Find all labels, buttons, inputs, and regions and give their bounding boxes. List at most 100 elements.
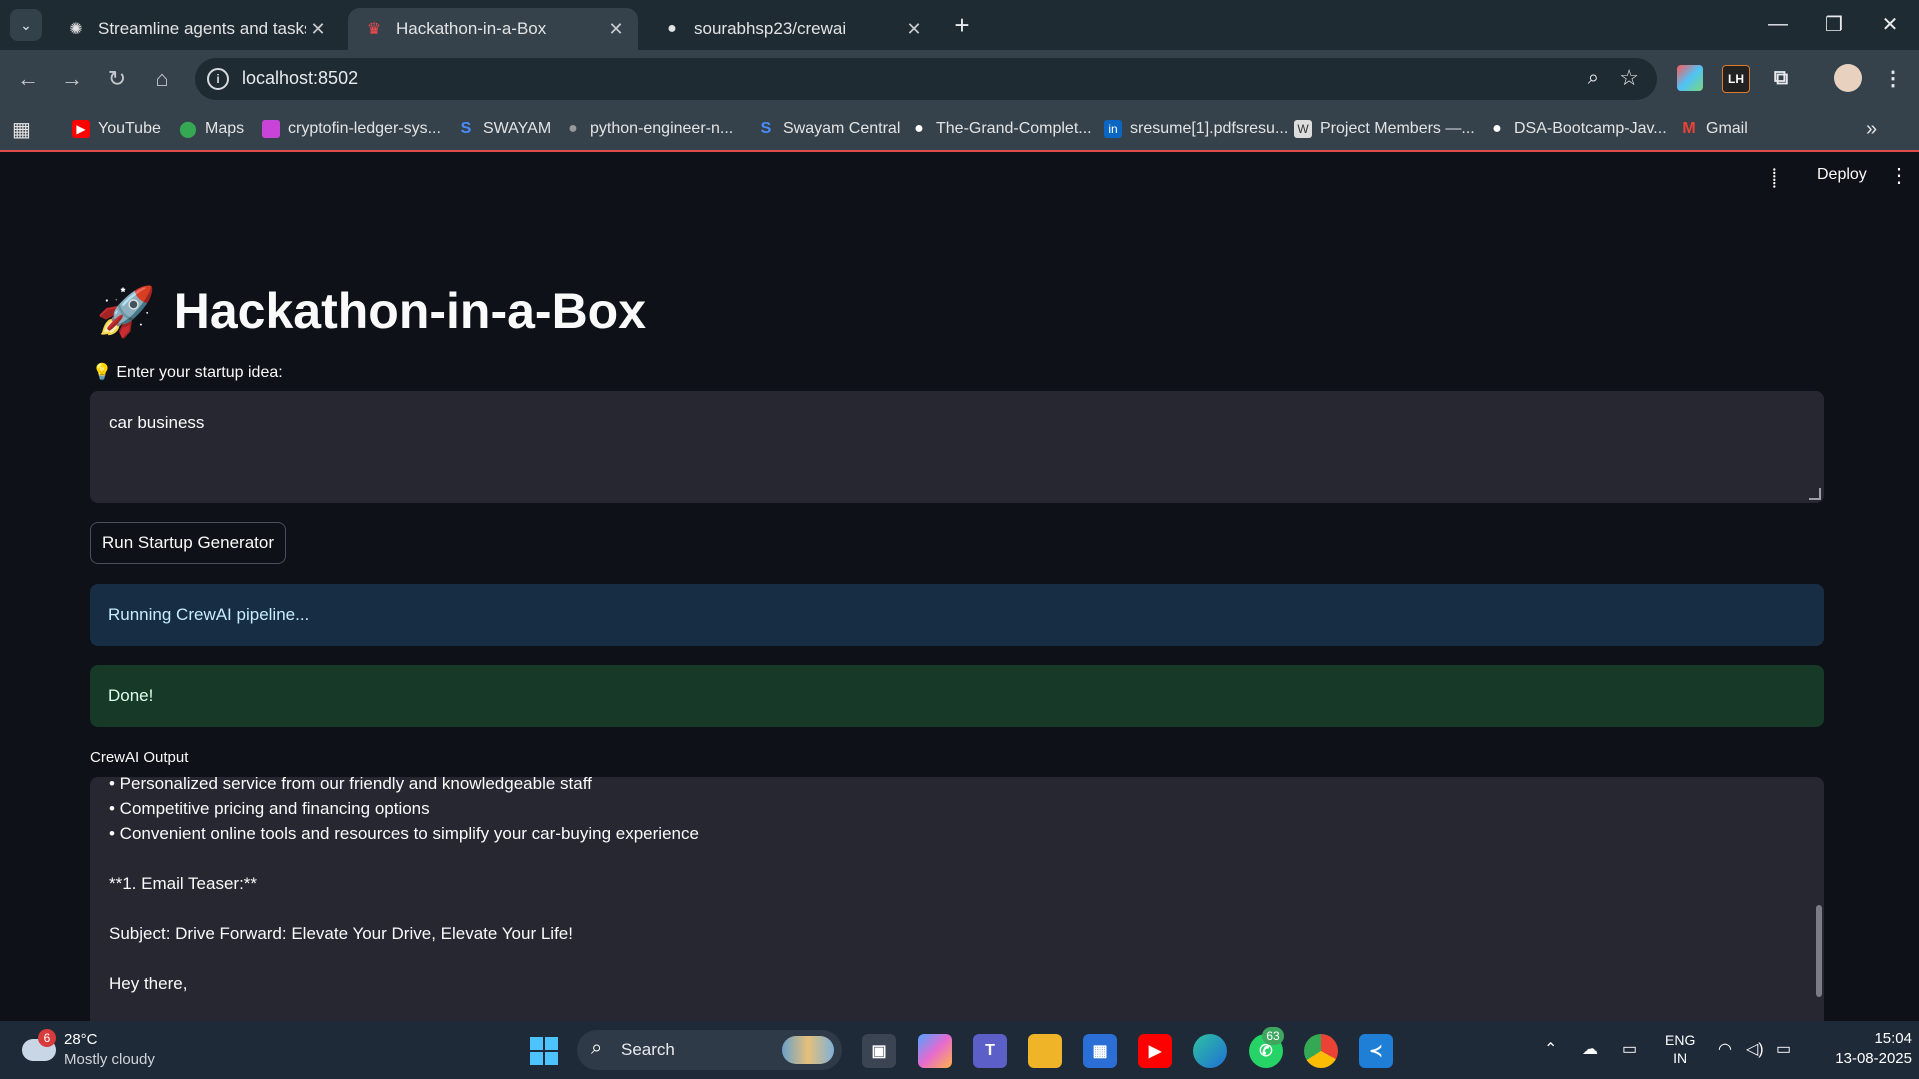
bookmark-maps[interactable]: ⬤ Maps <box>179 116 244 142</box>
address-bar[interactable]: i localhost:8502 ⌕ ☆ <box>195 58 1657 100</box>
wifi-icon[interactable]: ◠ <box>1718 1039 1732 1059</box>
page-title: 🚀 Hackathon-in-a-Box <box>96 282 646 340</box>
bookmark-swayam[interactable]: S SWAYAM <box>457 116 552 142</box>
tab-hackathon[interactable]: ♛ Hackathon-in-a-Box ✕ <box>348 8 638 50</box>
clock-date: 13-08-2025 <box>1835 1050 1912 1067</box>
whatsapp-badge: 63 <box>1262 1027 1284 1045</box>
github-icon: ● <box>667 20 677 37</box>
restore-button[interactable]: ❐ <box>1814 8 1854 40</box>
crewai-output-textarea[interactable]: • Personalized service from our friendly… <box>90 777 1824 1021</box>
success-alert-text: Done! <box>108 686 154 705</box>
close-icon[interactable]: ✕ <box>306 17 330 41</box>
apps-grid-icon[interactable]: ▦ <box>12 116 31 142</box>
bookmark-label: python-engineer-n... <box>590 120 734 137</box>
forward-button[interactable]: → <box>56 63 88 95</box>
battery-icon[interactable]: ▭ <box>1776 1039 1791 1059</box>
startup-idea-value[interactable]: car business <box>109 413 204 433</box>
reload-button[interactable]: ↻ <box>101 63 133 95</box>
volume-icon[interactable]: ◁) <box>1746 1039 1764 1059</box>
rerun-status-icon[interactable]: ⸽ <box>1772 166 1777 190</box>
streamlit-toolbar: ⸽ Deploy ⋮ <box>0 152 1919 202</box>
github-icon: ● <box>1492 120 1502 137</box>
arrow-right-icon: → <box>61 66 83 91</box>
task-view-icon[interactable]: ▣ <box>862 1034 896 1068</box>
weather-desc: Mostly cloudy <box>64 1051 155 1068</box>
bookmark-star-icon[interactable]: ☆ <box>1619 65 1639 91</box>
taskbar-search[interactable]: ⌕ Search <box>577 1030 842 1070</box>
info-alert-text: Running CrewAI pipeline... <box>108 605 310 624</box>
search-icon: ⌕ <box>591 1037 603 1059</box>
youtube-app-icon[interactable]: ▶ <box>1138 1034 1172 1068</box>
home-button[interactable]: ⌂ <box>146 63 178 95</box>
openai-icon: ✺ <box>69 21 83 38</box>
language-indicator[interactable]: ENG IN <box>1665 1031 1695 1067</box>
new-tab-button[interactable]: + <box>948 12 976 40</box>
url-text[interactable]: localhost:8502 <box>242 68 358 89</box>
tab-streamline[interactable]: ✺ Streamline agents and tasks ✕ <box>50 8 340 50</box>
extensions-puzzle-icon[interactable]: ⧉ <box>1768 65 1794 91</box>
run-startup-generator-button[interactable]: Run Startup Generator <box>90 522 286 564</box>
output-lines: • Personalized service from our friendly… <box>109 777 699 996</box>
streamlit-icon: ♛ <box>366 21 382 38</box>
windows-start-icon[interactable] <box>527 1034 561 1068</box>
bookmark-sresume[interactable]: in sresume[1].pdfsresu... <box>1104 116 1288 142</box>
profile-avatar[interactable] <box>1834 64 1862 92</box>
chrome-icon[interactable] <box>1304 1034 1338 1068</box>
bookmark-project-members[interactable]: W Project Members —... <box>1294 116 1475 142</box>
bookmark-label: SWAYAM <box>483 120 552 137</box>
more-bookmarks-icon[interactable]: » <box>1866 116 1877 142</box>
edge-icon[interactable] <box>1193 1034 1227 1068</box>
bookmark-python-engineer[interactable]: ● python-engineer-n... <box>564 116 733 142</box>
back-button[interactable]: ← <box>12 63 44 95</box>
weather-widget[interactable]: 6 28°C Mostly cloudy <box>18 1029 198 1073</box>
lighthouse-extension-icon[interactable]: LH <box>1722 65 1750 93</box>
system-clock[interactable]: 15:04 13-08-2025 <box>1812 1029 1912 1069</box>
bookmark-gmail[interactable]: M Gmail <box>1680 116 1748 142</box>
taskbar-search-text: Search <box>621 1040 675 1059</box>
bookmark-label: The-Grand-Complet... <box>936 120 1092 137</box>
deploy-button[interactable]: Deploy <box>1817 166 1867 184</box>
tab-title: Hackathon-in-a-Box <box>396 19 547 38</box>
onedrive-icon[interactable]: ☁ <box>1582 1039 1598 1059</box>
bookmarks-bar: ▦ ▶ YouTube ⬤ Maps cryptofin-ledger-sys.… <box>0 108 1919 152</box>
main-menu-icon[interactable]: ⋮ <box>1889 163 1909 188</box>
tab-search-dropdown[interactable]: ⌄ <box>10 9 42 41</box>
close-icon[interactable]: ✕ <box>604 17 628 41</box>
bookmark-youtube[interactable]: ▶ YouTube <box>72 116 161 142</box>
microsoft-store-icon[interactable]: ▦ <box>1083 1034 1117 1068</box>
search-highlight-image <box>782 1036 834 1064</box>
output-line: **1. Email Teaser:** <box>109 874 258 893</box>
bookmark-label: Gmail <box>1706 120 1748 137</box>
vscode-icon[interactable]: ≺ <box>1359 1034 1393 1068</box>
bookmark-label: YouTube <box>98 120 161 137</box>
resize-handle-icon[interactable] <box>1809 488 1821 500</box>
browser-menu-icon[interactable]: ⋮ <box>1880 65 1906 91</box>
file-explorer-icon[interactable] <box>1028 1034 1062 1068</box>
bookmark-swayam-central[interactable]: S Swayam Central <box>757 116 901 142</box>
tab-crewai-github[interactable]: ● sourabhsp23/crewai ✕ <box>646 8 936 50</box>
bookmark-label: cryptofin-ledger-sys... <box>288 120 441 137</box>
page-title-text: Hackathon-in-a-Box <box>173 283 647 339</box>
startup-idea-input[interactable]: car business <box>90 391 1824 503</box>
extension-colorful-icon[interactable] <box>1677 65 1703 91</box>
teams-icon[interactable]: T <box>973 1034 1007 1068</box>
output-line: Hey there, <box>109 974 188 993</box>
close-window-button[interactable]: ✕ <box>1870 8 1910 40</box>
close-icon[interactable]: ✕ <box>902 17 926 41</box>
site-info-icon[interactable]: i <box>207 68 229 90</box>
bookmark-label: sresume[1].pdfsresu... <box>1130 120 1289 137</box>
output-line: • Convenient online tools and resources … <box>109 824 699 843</box>
bookmark-dsa-bootcamp[interactable]: ● DSA-Bootcamp-Jav... <box>1488 116 1666 142</box>
bookmark-cryptofin[interactable]: cryptofin-ledger-sys... <box>262 116 441 142</box>
display-icon[interactable]: ▭ <box>1622 1039 1637 1059</box>
copilot-icon[interactable] <box>918 1034 952 1068</box>
bookmark-grand-complete[interactable]: ● The-Grand-Complet... <box>910 116 1092 142</box>
show-hidden-icons[interactable]: ⌃ <box>1544 1039 1557 1059</box>
output-scrollbar[interactable] <box>1816 905 1822 997</box>
minimize-button[interactable]: — <box>1758 8 1798 40</box>
extension-label: LH <box>1728 72 1744 86</box>
zoom-icon[interactable]: ⌕ <box>1588 67 1599 90</box>
startup-idea-label: 💡 Enter your startup idea: <box>92 364 283 381</box>
wordpress-icon: W <box>1294 120 1312 138</box>
